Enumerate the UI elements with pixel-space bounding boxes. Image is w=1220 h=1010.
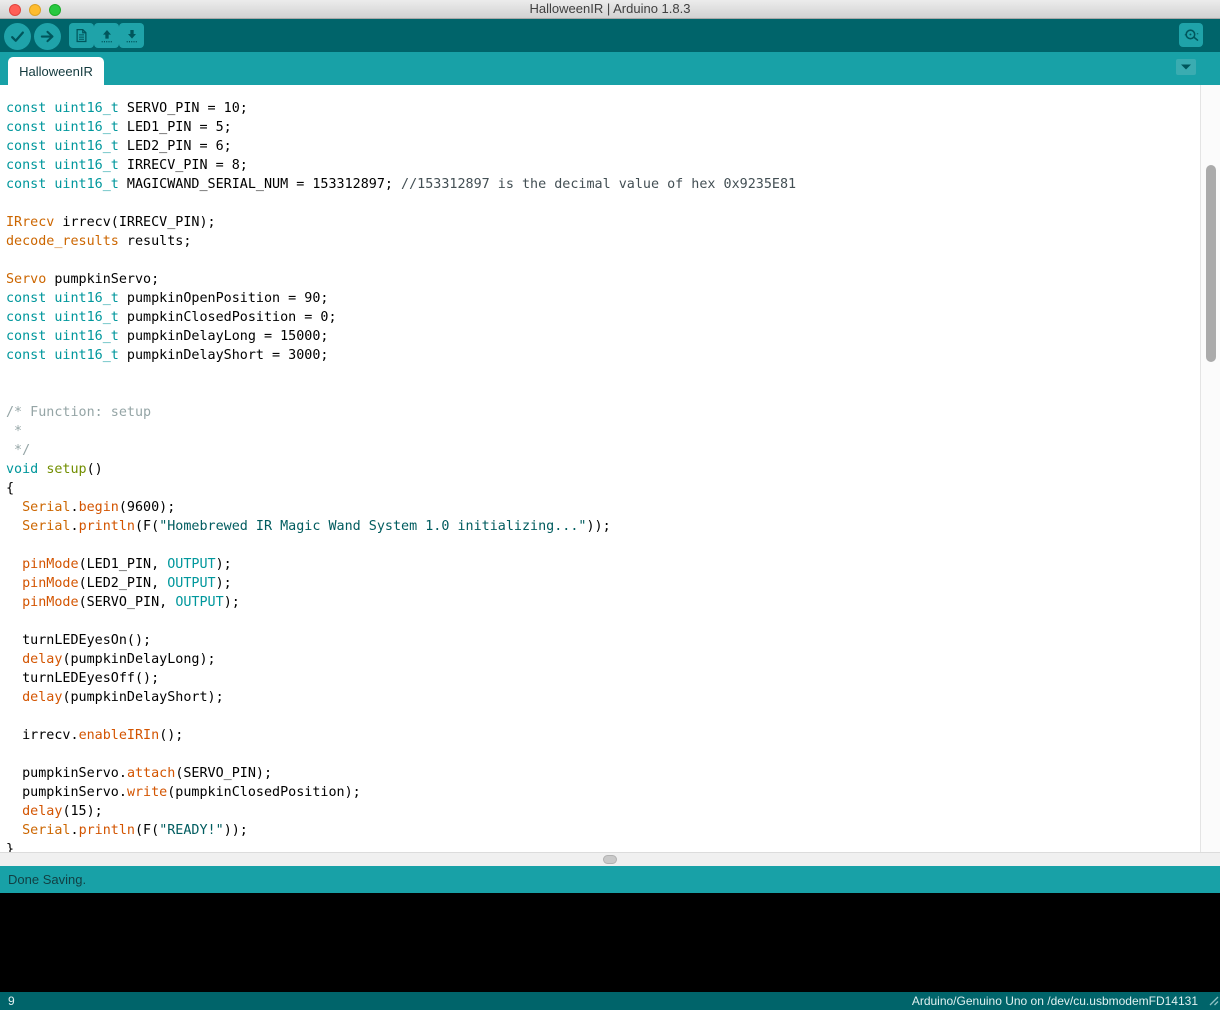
code-line: pumpkinServo.write(pumpkinClosedPosition… <box>6 783 1200 802</box>
tab-bar: HalloweenIR <box>0 52 1220 85</box>
code-line: const uint16_t IRRECV_PIN = 8; <box>6 156 1200 175</box>
chevron-down-icon <box>1180 58 1192 76</box>
title-bar: HalloweenIR | Arduino 1.8.3 <box>0 0 1220 19</box>
open-sketch-button[interactable] <box>94 23 119 48</box>
code-line: pumpkinServo.attach(SERVO_PIN); <box>6 764 1200 783</box>
status-message: Done Saving. <box>8 872 86 887</box>
code-line: * <box>6 422 1200 441</box>
code-line: const uint16_t pumpkinDelayLong = 15000; <box>6 327 1200 346</box>
magnifier-icon <box>1183 27 1200 44</box>
code-line: /* Function: setup <box>6 403 1200 422</box>
check-icon <box>9 28 26 45</box>
verify-button[interactable] <box>4 23 31 50</box>
code-line: const uint16_t pumpkinDelayShort = 3000; <box>6 346 1200 365</box>
code-line: const uint16_t LED1_PIN = 5; <box>6 118 1200 137</box>
code-line: pinMode(LED1_PIN, OUTPUT); <box>6 555 1200 574</box>
code-line: const uint16_t SERVO_PIN = 10; <box>6 99 1200 118</box>
horizontal-scrollbar-thumb[interactable] <box>603 855 617 864</box>
window-title: HalloweenIR | Arduino 1.8.3 <box>0 0 1220 19</box>
code-line: } <box>6 840 1200 852</box>
code-line: const uint16_t pumpkinClosedPosition = 0… <box>6 308 1200 327</box>
upload-button[interactable] <box>34 23 61 50</box>
horizontal-scrollbar[interactable] <box>0 852 1220 866</box>
code-line: Serial.begin(9600); <box>6 498 1200 517</box>
code-line <box>6 251 1200 270</box>
vertical-scrollbar-thumb[interactable] <box>1206 165 1216 362</box>
arrow-up-icon <box>99 28 115 44</box>
document-icon <box>74 28 89 43</box>
code-line: pinMode(LED2_PIN, OUTPUT); <box>6 574 1200 593</box>
arrow-down-icon <box>124 28 140 44</box>
code-line <box>6 384 1200 403</box>
save-sketch-button[interactable] <box>119 23 144 48</box>
serial-monitor-button[interactable] <box>1179 23 1203 47</box>
code-line: delay(pumpkinDelayLong); <box>6 650 1200 669</box>
code-line <box>6 536 1200 555</box>
code-line: const uint16_t MAGICWAND_SERIAL_NUM = 15… <box>6 175 1200 194</box>
vertical-scrollbar[interactable] <box>1200 85 1220 852</box>
code-line: turnLEDEyesOn(); <box>6 631 1200 650</box>
tab-label: HalloweenIR <box>19 64 93 79</box>
code-line: irrecv.enableIRIn(); <box>6 726 1200 745</box>
arduino-ide-window: HalloweenIR | Arduino 1.8.3 <box>0 0 1220 1010</box>
code-line: Servo pumpkinServo; <box>6 270 1200 289</box>
board-port-info: Arduino/Genuino Uno on /dev/cu.usbmodemF… <box>912 992 1198 1010</box>
code-line: Serial.println(F("Homebrewed IR Magic Wa… <box>6 517 1200 536</box>
code-line: delay(pumpkinDelayShort); <box>6 688 1200 707</box>
code-line: delay(15); <box>6 802 1200 821</box>
footer-bar: 9 Arduino/Genuino Uno on /dev/cu.usbmode… <box>0 992 1220 1010</box>
code-line <box>6 745 1200 764</box>
code-editor[interactable]: const uint16_t SERVO_PIN = 10;const uint… <box>0 85 1220 852</box>
console-output <box>0 893 1220 992</box>
code-line: */ <box>6 441 1200 460</box>
code-line: IRrecv irrecv(IRRECV_PIN); <box>6 213 1200 232</box>
toolbar <box>0 19 1220 52</box>
code-line <box>6 365 1200 384</box>
status-bar: Done Saving. <box>0 866 1220 893</box>
code-line: const uint16_t LED2_PIN = 6; <box>6 137 1200 156</box>
resize-grip-icon[interactable] <box>1206 993 1219 1009</box>
code-line: { <box>6 479 1200 498</box>
tab-halloweenir[interactable]: HalloweenIR <box>8 57 104 85</box>
code-line: turnLEDEyesOff(); <box>6 669 1200 688</box>
code-line: Serial.println(F("READY!")); <box>6 821 1200 840</box>
tab-menu-button[interactable] <box>1176 59 1196 75</box>
code-area: const uint16_t SERVO_PIN = 10;const uint… <box>0 85 1200 852</box>
code-line: const uint16_t pumpkinOpenPosition = 90; <box>6 289 1200 308</box>
code-line <box>6 707 1200 726</box>
new-sketch-button[interactable] <box>69 23 94 48</box>
code-line: decode_results results; <box>6 232 1200 251</box>
code-line: pinMode(SERVO_PIN, OUTPUT); <box>6 593 1200 612</box>
arrow-right-icon <box>39 28 56 45</box>
code-line: void setup() <box>6 460 1200 479</box>
code-line <box>6 612 1200 631</box>
current-line-number: 9 <box>8 992 15 1010</box>
code-line <box>6 194 1200 213</box>
